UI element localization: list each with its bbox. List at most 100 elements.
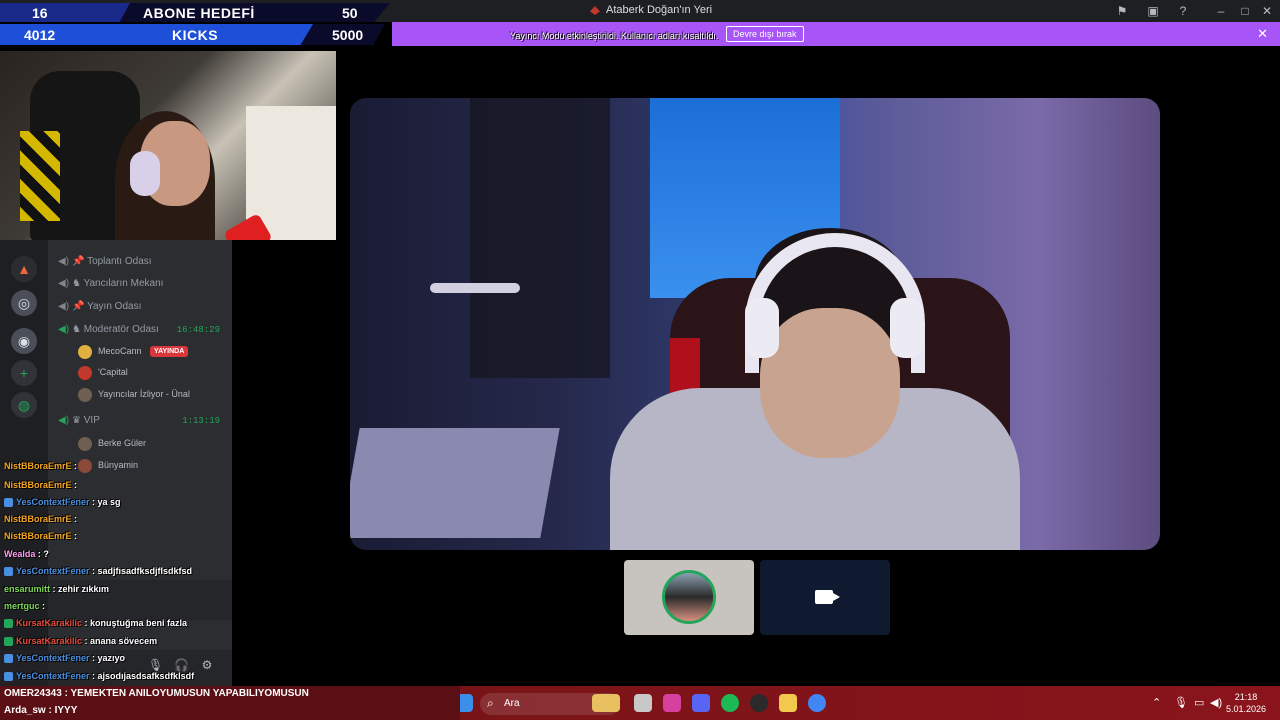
chat-message: Wealda : ? <box>4 549 49 559</box>
window-title: Ataberk Doğan'ın Yeri <box>606 4 713 16</box>
voice-user[interactable]: 'Capital <box>78 362 228 382</box>
clock-time: 21:18 <box>1234 692 1258 702</box>
chat-nick: NistBBoraEmrE <box>4 531 72 541</box>
goal-subs-target: 50 <box>342 5 358 21</box>
clock-date: 5.01.2026 <box>1226 704 1267 714</box>
chat-nick: KursatKarakilic <box>16 618 83 628</box>
chat-message: YesContextFener : ajsodıjasdsafksdfklsdf <box>4 668 194 684</box>
participant-tile-camera[interactable] <box>760 560 890 635</box>
video-model-plane <box>430 283 520 293</box>
spotify-icon[interactable] <box>721 694 739 712</box>
stream-chat-overlay: NistBBoraEmrE : NistBBoraEmrE : YesConte… <box>0 455 232 687</box>
server-folder-icon[interactable]: ◎ <box>11 290 37 316</box>
speaker-icon: ◀) <box>58 301 70 312</box>
moderator-badge-icon <box>4 619 13 629</box>
video-headphone-left <box>745 298 779 358</box>
help-icon[interactable]: ? <box>1176 4 1190 18</box>
voice-user[interactable]: Yayıncılar İzliyor - Ünal <box>78 384 228 404</box>
chat-message: YesContextFener : yazıyo <box>4 650 125 666</box>
inbox-icon[interactable]: ▣ <box>1146 4 1160 18</box>
chat-message: mertguc : <box>4 601 46 611</box>
tray-mic-icon[interactable]: 🎙 <box>1174 696 1188 709</box>
search-icon: ⌕ <box>487 696 494 710</box>
goal-subs-label: ABONE HEDEFİ <box>143 5 255 21</box>
streamer-mode-message: Yayıncı Modu etkinleştirildi. Kullanıcı … <box>510 31 719 41</box>
voice-user[interactable]: Berke Güler <box>78 433 228 453</box>
obs-icon[interactable] <box>750 694 768 712</box>
avatar <box>78 344 92 359</box>
voice-channel-friends[interactable]: ◀) ♞ Yancıların Mekanı <box>58 274 228 294</box>
streamer-webcam <box>0 51 336 240</box>
chat-text: yazıyo <box>97 653 126 663</box>
subscriber-badge-icon <box>4 672 13 682</box>
video-shelf <box>470 98 610 378</box>
discord-icon[interactable] <box>692 694 710 712</box>
user-name: Berke Güler <box>98 438 147 448</box>
chat-text: sadjfısadfksdjflsdkfsd <box>97 566 193 576</box>
voice-channel-moderator[interactable]: ◀) ♞ Moderatör Odası 16:48:29 <box>58 320 228 340</box>
participant-avatar <box>662 570 716 624</box>
voice-channel-meeting[interactable]: ◀) 📌 Toplantı Odası <box>58 252 228 272</box>
ticker-line-1: OMER24343 : YEMEKTEN ANILOYUMUSUN YAPABI… <box>4 688 309 699</box>
subscriber-badge-icon <box>4 567 13 577</box>
chat-nick: YesContextFener <box>16 497 90 507</box>
tray-network-icon[interactable]: ▭ <box>1194 696 1204 709</box>
flag-icon[interactable]: ⚑ <box>1115 4 1129 18</box>
chat-nick: mertguc <box>4 601 40 611</box>
stream-goal-overlay: 16 ABONE HEDEFİ 50 4012 KICKS 5000 <box>0 0 392 45</box>
minimize-icon[interactable]: – <box>1214 4 1228 18</box>
video-camera-icon <box>815 590 840 604</box>
avatar <box>78 365 92 380</box>
close-window-icon[interactable]: ✕ <box>1260 4 1274 18</box>
chat-message: YesContextFener : sadjfısadfksdjflsdkfsd <box>4 563 192 579</box>
video-headphone-right <box>890 298 924 358</box>
chat-message: KursatKarakilic : anana sövecem <box>4 633 157 649</box>
chat-message: NistBBoraEmrE : <box>4 514 78 524</box>
voice-user[interactable]: MecoCann YAYINDA <box>78 341 228 361</box>
disable-streamer-mode-button[interactable]: Devre dışı bırak <box>726 26 804 42</box>
speaker-icon: ◀) <box>58 415 70 426</box>
chat-text: ? <box>43 549 49 559</box>
tray-overflow-icon[interactable]: ⌃ <box>1152 696 1161 709</box>
chat-text: anana sövecem <box>90 636 158 646</box>
chat-nick: ensarumitt <box>4 584 51 594</box>
add-server-icon[interactable]: + <box>11 360 37 386</box>
channel-name: Moderatör Odası <box>83 324 159 335</box>
chat-text: ya sg <box>97 497 121 507</box>
tray-volume-icon[interactable]: ◀) <box>1210 696 1222 709</box>
goal-subs-current: 16 <box>32 5 48 21</box>
channel-timer: 1:13:19 <box>182 416 220 426</box>
subscriber-badge-icon <box>4 654 13 664</box>
voice-channel-vip[interactable]: ◀) ♛ VIP 1:13:19 <box>58 411 228 431</box>
chat-ticker: OMER24343 : YEMEKTEN ANILOYUMUSUN YAPABI… <box>0 686 460 720</box>
screen: Ataberk Doğan'ın Yeri ⚑ ▣ ? – □ ✕ 16 ABO… <box>0 0 1280 720</box>
speaker-icon: ◀) <box>58 256 70 267</box>
explore-servers-icon[interactable]: ◍ <box>11 392 37 418</box>
chat-nick: NistBBoraEmrE <box>4 480 72 490</box>
chrome-icon[interactable] <box>808 694 826 712</box>
avatar <box>78 436 92 451</box>
close-banner-icon[interactable]: ✕ <box>1257 26 1268 42</box>
chat-message: NistBBoraEmrE : <box>4 461 78 471</box>
main-video-stage[interactable] <box>350 98 1160 550</box>
maximize-icon[interactable]: □ <box>1238 4 1252 18</box>
chat-nick: NistBBoraEmrE <box>4 461 72 471</box>
chat-message: NistBBoraEmrE : <box>4 480 78 490</box>
file-explorer-icon[interactable] <box>779 694 797 712</box>
chat-text: ajsodıjasdsafksdfklsdf <box>97 671 195 681</box>
server-icon-fenerbahce[interactable]: ▲ <box>11 256 37 282</box>
widgets-icon[interactable] <box>592 694 620 712</box>
moderator-badge-icon <box>4 637 13 647</box>
video-table <box>350 428 560 538</box>
taskbar-clock[interactable]: 21:18 5.01.2026 <box>1226 691 1266 715</box>
server-icon-misc[interactable]: ◉ <box>11 328 37 354</box>
chat-text: konuştuğma beni fazla <box>90 618 188 628</box>
goal-kicks-target: 5000 <box>332 27 364 43</box>
task-view-icon[interactable] <box>634 694 652 712</box>
participant-tile-avatar[interactable] <box>624 560 754 635</box>
chat-message: YesContextFener : ya sg <box>4 494 121 510</box>
webcam-headset <box>130 151 160 196</box>
instagram-icon[interactable] <box>663 694 681 712</box>
chat-nick: KursatKarakilic <box>16 636 83 646</box>
voice-channel-stream[interactable]: ◀) 📌 Yayın Odası <box>58 297 228 317</box>
